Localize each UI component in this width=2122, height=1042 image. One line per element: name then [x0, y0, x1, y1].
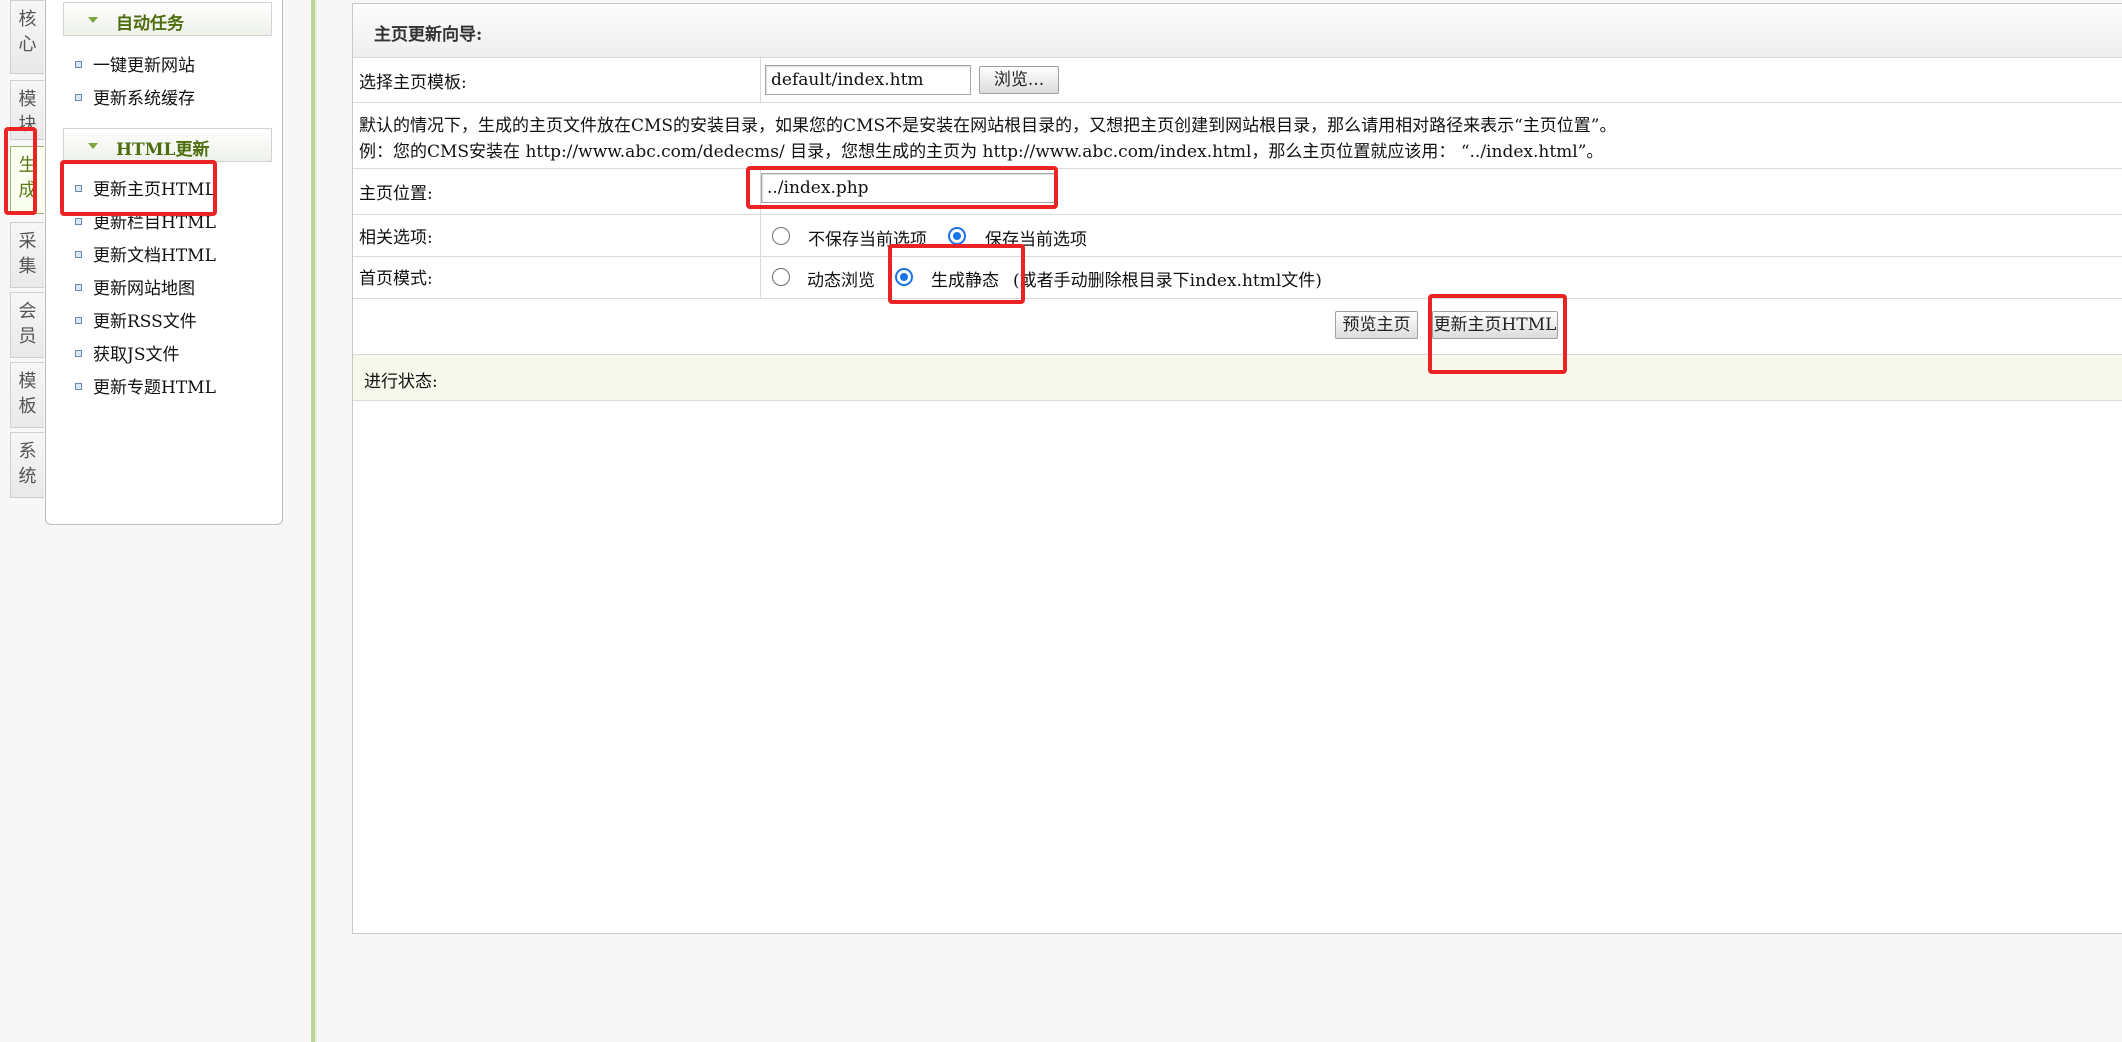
- status-output-area: [353, 401, 2122, 933]
- highlight-update-home-html: [60, 160, 217, 216]
- preview-home-button[interactable]: 预览主页: [1335, 311, 1418, 339]
- note-line-1: 默认的情况下，生成的主页文件放在CMS的安装目录，如果您的CMS不是安装在网站根…: [359, 116, 1617, 136]
- options-row: 相关选项: 不保存当前选项 保存当前选项: [353, 215, 2122, 257]
- note-row: 默认的情况下，生成的主页文件放在CMS的安装目录，如果您的CMS不是安装在网站根…: [353, 103, 2122, 169]
- position-label: 主页位置:: [359, 184, 433, 204]
- bullet-icon: [75, 284, 82, 291]
- column-separator: [760, 257, 761, 298]
- frame-divider[interactable]: [311, 0, 317, 1042]
- radio-dynamic-label: 动态浏览: [807, 271, 875, 291]
- column-separator: [760, 58, 761, 102]
- mode-note: (或者手动删除根目录下index.html文件): [1013, 271, 1322, 291]
- tab-system[interactable]: 系统: [10, 432, 44, 498]
- status-row: 进行状态:: [353, 355, 2122, 401]
- radio-dynamic[interactable]: [772, 268, 790, 286]
- sidebar-menu: 自动任务 一键更新网站 更新系统缓存 HTML更新 更新主页HTML 更新栏目H…: [45, 0, 283, 525]
- main-panel: 主页更新向导: 选择主页模板: default/index.htm 浏览... …: [352, 3, 2122, 934]
- menu-item-get-js[interactable]: 获取JS文件: [75, 343, 179, 367]
- tab-collect-label: 采集: [18, 231, 37, 277]
- browse-button[interactable]: 浏览...: [979, 66, 1059, 94]
- collapse-triangle-icon: [88, 143, 98, 149]
- section-auto-tasks[interactable]: 自动任务: [63, 2, 272, 36]
- tab-templates[interactable]: 模板: [10, 362, 44, 428]
- menu-item-label: 获取JS文件: [93, 345, 180, 365]
- menu-item-update-site[interactable]: 一键更新网站: [75, 54, 195, 78]
- radio-no-save[interactable]: [772, 227, 790, 245]
- bullet-icon: [75, 251, 82, 258]
- template-row: 选择主页模板: default/index.htm 浏览...: [353, 58, 2122, 103]
- wizard-header: 主页更新向导:: [353, 4, 2122, 58]
- actions-row: 预览主页 更新主页HTML: [353, 299, 2122, 355]
- menu-item-label: 更新栏目HTML: [93, 213, 216, 233]
- radio-save[interactable]: [948, 227, 966, 245]
- menu-item-update-cache[interactable]: 更新系统缓存: [75, 87, 195, 111]
- position-row: 主页位置: ../index.php: [353, 169, 2122, 215]
- template-input[interactable]: default/index.htm: [765, 65, 971, 95]
- note-line-2: 例：您的CMS安装在 http://www.abc.com/dedecms/ 目…: [359, 142, 1604, 162]
- menu-item-update-sitemap[interactable]: 更新网站地图: [75, 277, 195, 301]
- status-label: 进行状态:: [364, 372, 438, 392]
- column-separator: [760, 215, 761, 256]
- options-label: 相关选项:: [359, 228, 433, 248]
- highlight-position-input: [746, 166, 1058, 209]
- menu-item-label: 更新网站地图: [93, 279, 195, 299]
- highlight-generate-tab: [4, 127, 37, 215]
- tab-system-label: 系统: [18, 441, 37, 487]
- bullet-icon: [75, 61, 82, 68]
- menu-item-label: 一键更新网站: [93, 56, 195, 76]
- menu-item-label: 更新RSS文件: [93, 312, 197, 332]
- bullet-icon: [75, 350, 82, 357]
- section-html-update[interactable]: HTML更新: [63, 128, 272, 162]
- section-title: HTML更新: [116, 140, 210, 160]
- highlight-static-mode: [888, 244, 1025, 304]
- tab-core-label: 核心: [18, 9, 37, 55]
- bullet-icon: [75, 94, 82, 101]
- bullet-icon: [75, 383, 82, 390]
- collapse-triangle-icon: [88, 17, 98, 23]
- tab-templates-label: 模板: [18, 371, 37, 417]
- tab-collect[interactable]: 采集: [10, 222, 44, 288]
- tab-members-label: 会员: [18, 301, 37, 347]
- bullet-icon: [75, 218, 82, 225]
- highlight-update-button: [1428, 294, 1567, 374]
- menu-item-update-doc-html[interactable]: 更新文档HTML: [75, 244, 216, 268]
- tab-core[interactable]: 核心: [10, 0, 44, 74]
- mode-label: 首页模式:: [359, 269, 433, 289]
- section-title: 自动任务: [116, 14, 184, 34]
- mode-row: 首页模式: 动态浏览 生成静态 (或者手动删除根目录下index.html文件): [353, 257, 2122, 299]
- menu-item-label: 更新文档HTML: [93, 246, 216, 266]
- bullet-icon: [75, 317, 82, 324]
- template-label: 选择主页模板:: [359, 73, 467, 93]
- page-title: 主页更新向导:: [374, 25, 483, 45]
- tab-members[interactable]: 会员: [10, 292, 44, 358]
- menu-item-update-topic-html[interactable]: 更新专题HTML: [75, 376, 216, 400]
- menu-item-label: 更新系统缓存: [93, 89, 195, 109]
- menu-item-label: 更新专题HTML: [93, 378, 216, 398]
- menu-item-update-rss[interactable]: 更新RSS文件: [75, 310, 197, 334]
